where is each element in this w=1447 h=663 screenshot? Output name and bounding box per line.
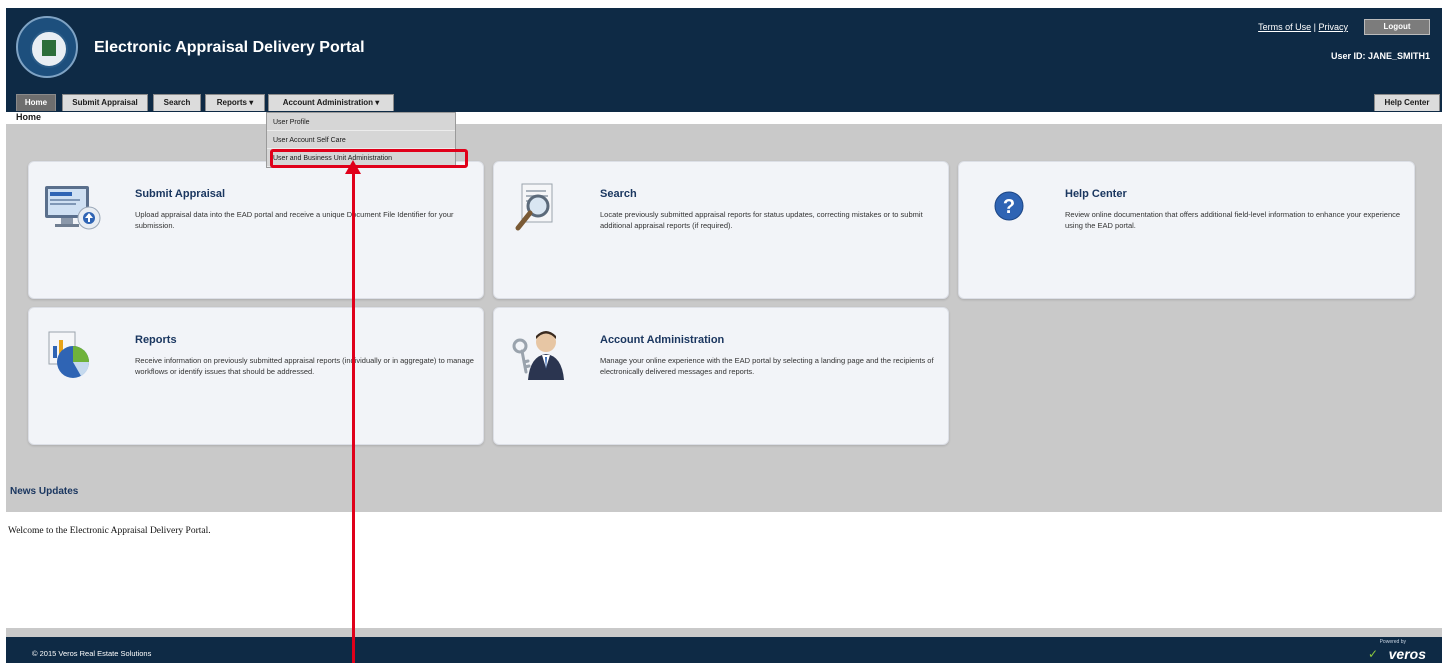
card-title: Account Administration [600,334,725,346]
breadcrumb-bar: Home [6,112,1442,124]
card-description: Upload appraisal data into the EAD porta… [135,210,454,230]
annotation-arrow-line [352,172,355,663]
app-title: Electronic Appraisal Delivery Portal [94,39,365,56]
question-mark-icon: ? [994,191,1024,221]
card-title: Help Center [1065,188,1127,200]
tab-account-administration[interactable]: Account Administration ▾ [268,94,394,111]
veros-swoosh-icon: ✓ [1367,647,1378,661]
tab-reports[interactable]: Reports ▾ [205,94,265,111]
card-description: Receive information on previously submit… [135,356,474,376]
card-help-center[interactable]: ? Help Center Review online documentatio… [958,161,1415,299]
pie-chart-report-icon [48,331,90,378]
powered-by-label: Powered by [1379,639,1406,645]
tab-help-center[interactable]: Help Center [1374,94,1440,111]
tab-submit-appraisal[interactable]: Submit Appraisal [62,94,148,111]
card-title: Search [600,188,637,200]
seal-building-icon [42,40,56,56]
copyright: © 2015 Veros Real Estate Solutions [32,649,152,658]
link-separator: | [1313,22,1316,32]
user-key-icon [512,331,564,380]
veros-logo: veros [1388,646,1426,662]
card-reports[interactable]: Reports Receive information on previousl… [28,307,484,445]
portal-frame: Electronic Appraisal Delivery Portal Ter… [6,8,1442,663]
card-description: Manage your online experience with the E… [600,356,934,376]
card-description: Locate previously submitted appraisal re… [600,210,923,230]
tab-home[interactable]: Home [16,94,56,111]
card-title: Submit Appraisal [135,188,226,200]
card-search[interactable]: Search Locate previously submitted appra… [493,161,949,299]
menu-item-user-profile[interactable]: User Profile [267,114,455,131]
news-updates-title: News Updates [10,486,79,497]
card-description: Review online documentation that offers … [1065,210,1401,230]
user-id-label: User ID: JANE_SMITH1 [1330,51,1430,61]
logout-button[interactable]: Logout [1364,19,1430,35]
card-account-administration[interactable]: Account Administration Manage your onlin… [493,307,949,445]
seal-inner [30,30,68,68]
header: Electronic Appraisal Delivery Portal Ter… [6,8,1442,88]
news-text: Welcome to the Electronic Appraisal Deli… [8,526,211,536]
breadcrumb: Home [16,112,42,122]
card-submit-appraisal[interactable]: Submit Appraisal Upload appraisal data i… [28,161,484,299]
monitor-upload-icon [45,186,101,230]
terms-of-use-link[interactable]: Terms of Use [1258,22,1311,32]
footer: © 2015 Veros Real Estate Solutions ✓ Pow… [6,637,1442,663]
hud-seal-logo [16,16,78,78]
news-updates-panel: Welcome to the Electronic Appraisal Deli… [6,512,1442,628]
top-links: Terms of Use | Privacy [1258,22,1348,32]
card-title: Reports [135,334,177,346]
privacy-link[interactable]: Privacy [1318,22,1348,32]
annotation-highlight-box [270,149,468,168]
tab-search[interactable]: Search [153,94,201,111]
svg-text:?: ? [1003,196,1015,218]
main-nav: Home Submit Appraisal Search Reports ▾ A… [6,88,1442,112]
menu-item-user-account-self-care[interactable]: User Account Self Care [267,132,455,149]
magnifier-document-icon [515,183,553,231]
